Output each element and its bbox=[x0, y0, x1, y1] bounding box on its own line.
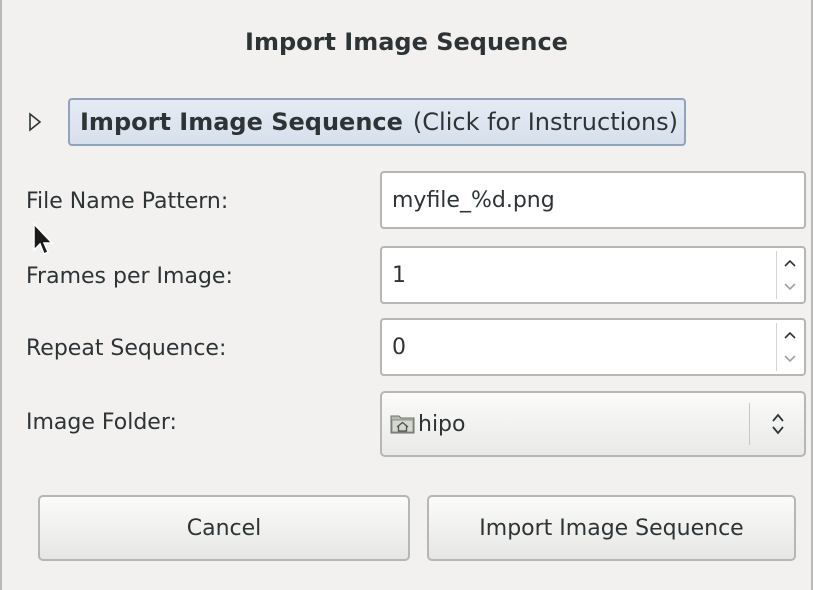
file-name-pattern-input[interactable]: myfile_%d.png bbox=[380, 171, 806, 229]
frames-per-image-label: Frames per Image: bbox=[26, 264, 233, 289]
dialog-title: Import Image Sequence bbox=[245, 28, 568, 56]
chevron-up-icon bbox=[783, 331, 796, 339]
repeat-sequence-label: Repeat Sequence: bbox=[26, 336, 227, 361]
instructions-expander-button[interactable]: Import Image Sequence (Click for Instruc… bbox=[68, 98, 687, 146]
chevron-down-icon bbox=[783, 355, 796, 363]
expander-title: Import Image Sequence bbox=[80, 108, 403, 136]
frames-decrement-button[interactable] bbox=[776, 275, 802, 299]
chevron-down-icon bbox=[783, 283, 796, 291]
instructions-expander[interactable]: Import Image Sequence (Click for Instruc… bbox=[24, 96, 687, 148]
import-image-sequence-dialog: Import Image Sequence Import Image Seque… bbox=[0, 0, 813, 590]
repeat-decrement-button[interactable] bbox=[776, 347, 802, 371]
home-folder-icon bbox=[390, 412, 418, 436]
import-image-sequence-button[interactable]: Import Image Sequence bbox=[427, 495, 796, 561]
cancel-button[interactable]: Cancel bbox=[38, 495, 410, 561]
cancel-button-label: Cancel bbox=[186, 515, 262, 541]
repeat-sequence-spinbox[interactable]: 0 bbox=[380, 318, 806, 376]
repeat-sequence-spin-buttons bbox=[776, 323, 802, 371]
frames-increment-button[interactable] bbox=[776, 251, 802, 275]
file-name-pattern-value: myfile_%d.png bbox=[392, 187, 555, 213]
combo-separator bbox=[749, 403, 750, 445]
chevron-up-icon bbox=[783, 259, 796, 267]
triangle-right-icon[interactable] bbox=[24, 111, 46, 133]
expander-hint: (Click for Instructions) bbox=[412, 108, 679, 136]
frames-per-image-spin-buttons bbox=[776, 251, 802, 299]
mouse-pointer-icon bbox=[32, 222, 56, 262]
repeat-increment-button[interactable] bbox=[776, 323, 802, 347]
image-folder-chooser[interactable]: hipo bbox=[380, 391, 806, 457]
frames-per-image-value: 1 bbox=[392, 262, 406, 288]
import-button-label: Import Image Sequence bbox=[479, 515, 744, 541]
file-name-pattern-label: File Name Pattern: bbox=[26, 189, 229, 214]
image-folder-label: Image Folder: bbox=[26, 410, 177, 435]
up-down-arrows-icon bbox=[766, 393, 790, 455]
repeat-sequence-value: 0 bbox=[392, 334, 406, 360]
image-folder-value: hipo bbox=[418, 411, 466, 437]
frames-per-image-spinbox[interactable]: 1 bbox=[380, 246, 806, 304]
